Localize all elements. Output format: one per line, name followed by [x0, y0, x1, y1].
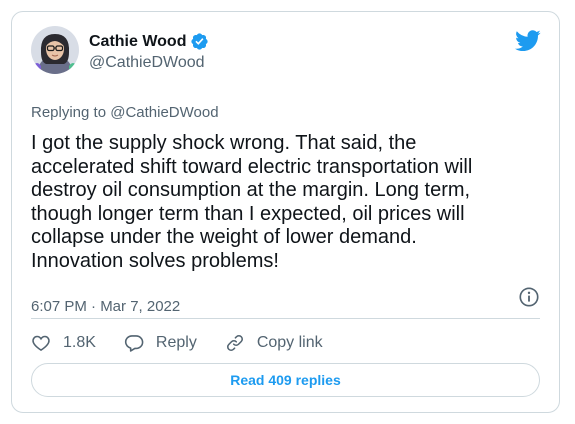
name-row: Cathie Wood [89, 32, 209, 51]
reply-bubble-icon [124, 335, 144, 352]
author-block: Cathie Wood @CathieDWood [89, 32, 209, 72]
tweet-text: I got the supply shock wrong. That said,… [31, 132, 473, 272]
reply-label: Reply [155, 334, 197, 351]
copy-link-label: Copy link [256, 334, 323, 351]
reply-button[interactable]: Reply [124, 333, 197, 353]
twitter-bird-icon[interactable] [515, 30, 541, 52]
link-icon [226, 335, 243, 351]
like-button[interactable]: 1.8K [31, 333, 96, 353]
author-name[interactable]: Cathie Wood [89, 33, 186, 51]
info-icon[interactable] [518, 286, 540, 308]
tweet-header: Cathie Wood @CathieDWood [31, 26, 543, 82]
tweet-timestamp[interactable]: 6:07 PM · Mar 7, 2022 [31, 298, 180, 315]
copy-link-button[interactable]: Copy link [225, 333, 323, 353]
tweet-actions: 1.8K Reply Copy link [31, 330, 351, 356]
tweet-card: Cathie Wood @CathieDWood Replying to @Ca… [11, 11, 560, 413]
verified-badge-icon [190, 32, 209, 51]
replying-mention[interactable]: @CathieDWood [110, 104, 218, 121]
heart-icon [32, 335, 50, 352]
author-handle[interactable]: @CathieDWood [89, 54, 209, 72]
divider [31, 318, 540, 319]
avatar[interactable] [31, 26, 79, 74]
replying-to: Replying to @CathieDWood [31, 104, 219, 121]
replying-prefix: Replying to [31, 104, 107, 121]
like-count: 1.8K [63, 334, 96, 351]
read-replies-button[interactable]: Read 409 replies [31, 363, 540, 397]
